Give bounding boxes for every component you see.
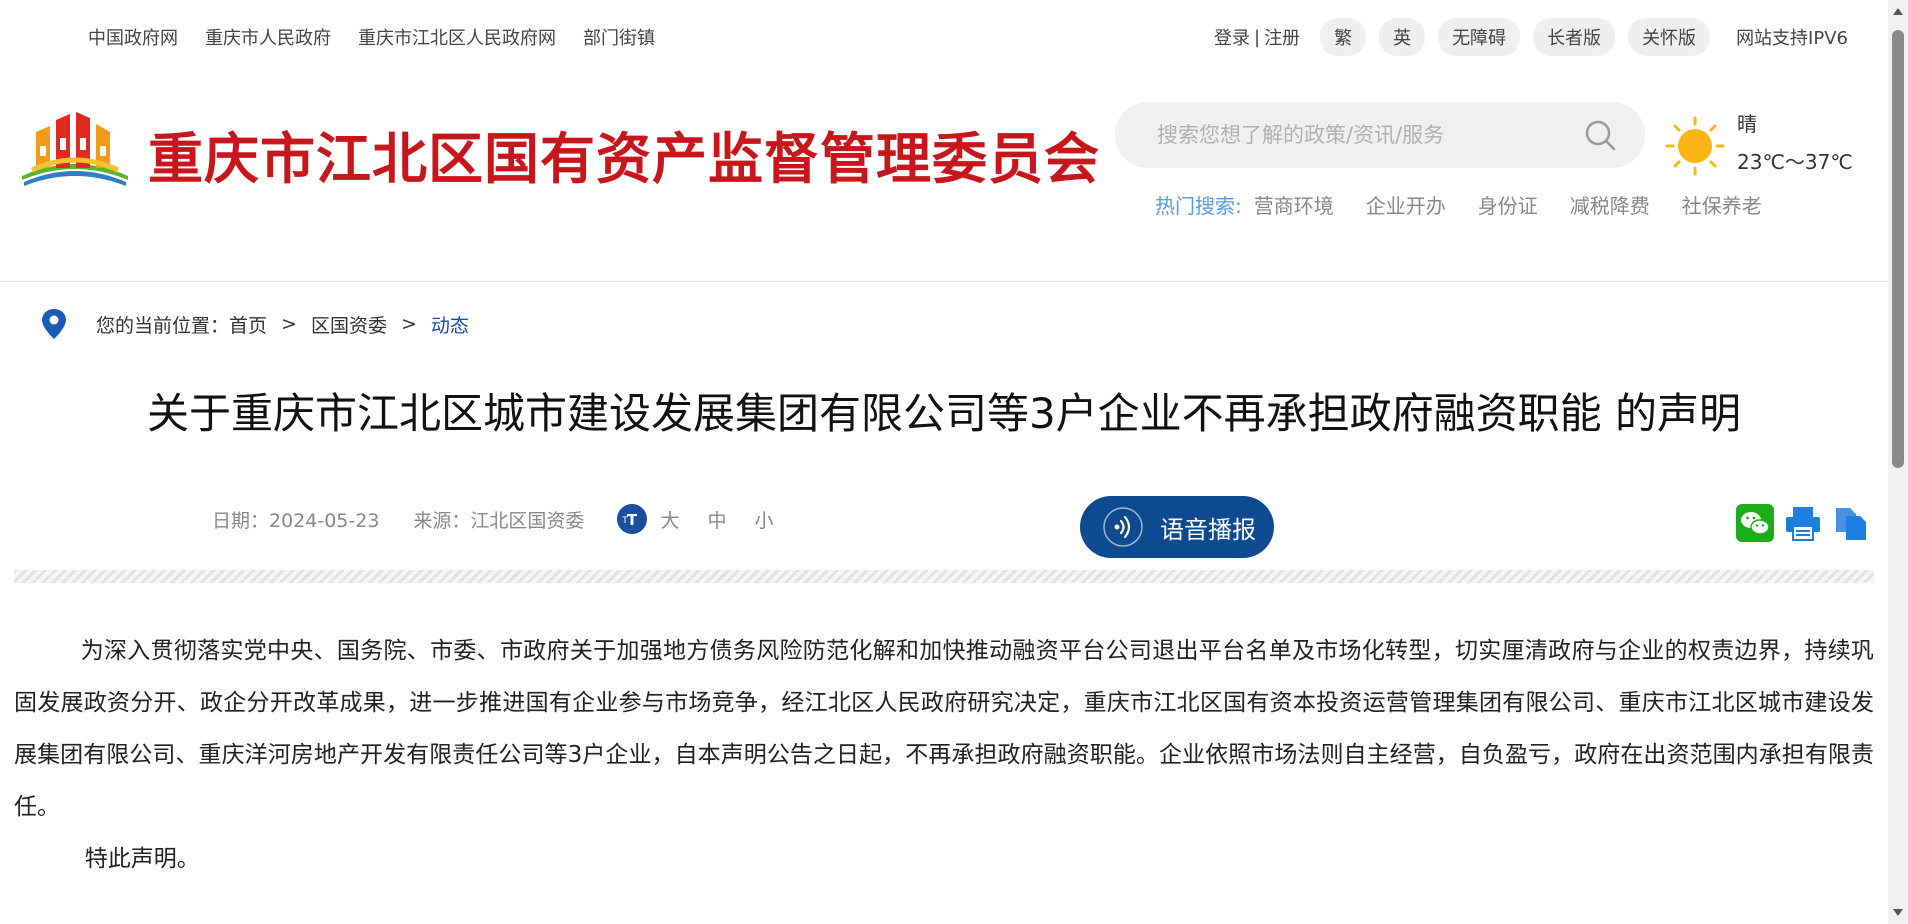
hot-keyword-tax-cut[interactable]: 减税降费 [1570,190,1650,219]
breadcrumb-separator: > [400,313,417,335]
weather-temperature: 23℃～37℃ [1737,150,1853,174]
scroll-down-arrow-icon[interactable] [1893,909,1903,916]
article-source: 来源：江北区国资委 [413,509,585,532]
search-icon[interactable] [1583,118,1617,152]
register-link[interactable]: 注册 [1264,24,1300,50]
article-title: 关于重庆市江北区城市建设发展集团有限公司等3户企业不再承担政府融资职能 的声明 [146,389,1742,438]
font-size-medium[interactable]: 中 [707,506,726,533]
copy-icon[interactable] [1832,504,1870,542]
hot-keyword-company-setup[interactable]: 企业开办 [1366,190,1446,219]
search-input[interactable] [1155,122,1559,148]
vertical-scrollbar[interactable] [1888,0,1908,924]
voice-icon [1103,507,1143,547]
breadcrumb-prefix: 您的当前位置： [96,314,230,337]
top-links: 中国政府网 重庆市人民政府 重庆市江北区人民政府网 部门街镇 [88,24,655,50]
elderly-mode-button[interactable]: 长者版 [1533,18,1616,56]
breadcrumb-home[interactable]: 首页 [229,311,267,338]
hot-keyword-pension[interactable]: 社保养老 [1682,190,1762,219]
login-separator: | [1253,26,1261,48]
article-meta: 日期：2024-05-23 来源：江北区国资委 T T 大 中 小 [212,503,801,535]
font-size-large[interactable]: 大 [660,506,679,533]
weather-condition: 晴 [1737,112,1757,136]
article-date: 日期：2024-05-23 [212,509,380,532]
svg-text:T: T [627,511,638,529]
breadcrumb-sasac[interactable]: 区国资委 [311,311,387,338]
voice-broadcast-button[interactable]: 语音播报 [1080,496,1274,558]
top-link-jiangbei-gov[interactable]: 重庆市江北区人民政府网 [358,24,556,50]
breadcrumb-separator: > [281,313,297,335]
logo-emblem-icon[interactable] [20,106,130,192]
article-paragraph: 为深入贯彻落实党中央、国务院、市委、市政府关于加强地方债务风险防范化解和加快推动… [14,638,1874,820]
care-mode-button[interactable]: 关怀版 [1628,18,1711,56]
svg-text:T: T [622,516,629,526]
hot-keyword-id-card[interactable]: 身份证 [1478,190,1538,219]
top-link-departments[interactable]: 部门街镇 [583,24,655,50]
site-title[interactable]: 重庆市江北区国有资产监督管理委员会 [148,114,1100,194]
article-paragraph: 特此声明。 [84,846,200,872]
top-right-tools: 登录 | 注册 繁 英 无障碍 长者版 关怀版 网站支持IPV6 [1214,18,1848,56]
login-register: 登录 | 注册 [1214,24,1300,50]
top-link-chongqing-gov[interactable]: 重庆市人民政府 [205,24,331,50]
accessibility-button[interactable]: 无障碍 [1438,18,1521,56]
site-header: 重庆市江北区国有资产监督管理委员会 晴 23℃～37℃ 热门搜索: 营商环境 企… [0,72,1888,282]
breadcrumb: 您的当前位置： 首页 > 区国资委 > 动态 [40,308,469,340]
scrollbar-thumb[interactable] [1892,30,1904,468]
login-link[interactable]: 登录 [1214,24,1250,50]
top-bar: 中国政府网 重庆市人民政府 重庆市江北区人民政府网 部门街镇 登录 | 注册 繁… [0,0,1888,72]
article-content: 为深入贯彻落实党中央、国务院、市委、市政府关于加强地方债务风险防范化解和加快推动… [14,625,1874,885]
sun-icon [1665,116,1725,176]
wechat-icon[interactable] [1736,504,1774,542]
hatched-divider [14,570,1874,583]
font-size-small[interactable]: 小 [754,506,773,533]
voice-broadcast-label: 语音播报 [1160,515,1256,544]
hot-search: 热门搜索: 营商环境 企业开办 身份证 减税降费 社保养老 [1155,190,1762,219]
hot-search-label: 热门搜索: [1155,194,1242,218]
ipv6-support: 网站支持IPV6 [1736,28,1848,49]
header-divider [0,281,1888,282]
font-size-icon: T T [617,504,648,534]
breadcrumb-news[interactable]: 动态 [431,311,469,338]
english-button[interactable]: 英 [1379,18,1426,56]
top-link-gov-cn[interactable]: 中国政府网 [88,24,178,50]
weather-widget: 晴 23℃～37℃ [1665,108,1865,198]
hot-keyword-business-env[interactable]: 营商环境 [1254,190,1334,219]
traditional-chinese-button[interactable]: 繁 [1320,18,1367,56]
print-icon[interactable] [1784,504,1822,542]
location-pin-icon [42,309,66,339]
share-tools [1736,504,1870,542]
scroll-up-arrow-icon[interactable] [1893,8,1903,15]
search-box [1115,102,1645,168]
